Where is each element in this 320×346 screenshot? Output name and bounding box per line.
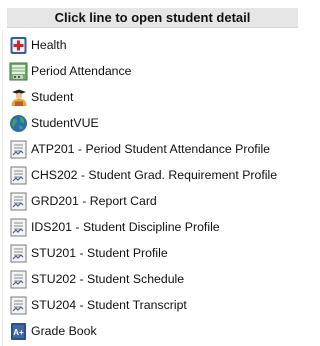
list-item-label: IDS201 - Student Discipline Profile [31, 219, 220, 234]
list-item-label: STU202 - Student Schedule [31, 271, 185, 286]
list-item-health[interactable]: Health [9, 32, 306, 58]
list-item-label: ATP201 - Period Student Attendance Profi… [31, 141, 271, 156]
report-icon [10, 218, 27, 236]
list-item-label: Grade Book [31, 323, 97, 338]
list-item-label: Student [31, 89, 74, 104]
report-icon [10, 166, 27, 184]
list-item-label: STU201 - Student Profile [31, 245, 168, 260]
list-item-stu202[interactable]: STU202 - Student Schedule [9, 266, 306, 292]
report-icon [10, 244, 27, 262]
list-item-atp201[interactable]: ATP201 - Period Student Attendance Profi… [9, 136, 306, 162]
list-item-label: Health [31, 37, 67, 52]
panel-left-edge [2, 30, 3, 346]
list-item-label: Period Attendance [31, 63, 132, 78]
list-item-label: CHS202 - Student Grad. Requirement Profi… [31, 167, 278, 182]
gradebook-icon: A+ [11, 322, 26, 340]
health-icon [10, 36, 27, 54]
list-item-label: GRD201 - Report Card [31, 193, 157, 208]
list-item-studentvue[interactable]: StudentVUE [9, 110, 306, 136]
list-item-stu201[interactable]: STU201 - Student Profile [9, 240, 306, 266]
list-item-label: StudentVUE [31, 115, 99, 130]
list-item-period-attendance[interactable]: Period Attendance [9, 58, 306, 84]
report-icon [10, 296, 27, 314]
report-icon [10, 192, 27, 210]
list-item-stu204[interactable]: STU204 - Student Transcript [9, 292, 306, 318]
list-item-student[interactable]: Student [9, 84, 306, 110]
list-item-label: STU204 - Student Transcript [31, 297, 187, 312]
list-item-grade-book[interactable]: A+ Grade Book [9, 318, 306, 344]
svg-text:A+: A+ [13, 328, 24, 337]
panel-header: Click line to open student detail [7, 8, 298, 28]
list-item-chs202[interactable]: CHS202 - Student Grad. Requirement Profi… [9, 162, 306, 188]
attendance-icon [9, 62, 28, 80]
report-icon [10, 270, 27, 288]
student-icon [11, 89, 27, 106]
globe-icon [10, 114, 27, 132]
list-item-ids201[interactable]: IDS201 - Student Discipline Profile [9, 214, 306, 240]
list-item-grd201[interactable]: GRD201 - Report Card [9, 188, 306, 214]
student-detail-panel: Click line to open student detail Health [0, 0, 306, 346]
report-icon [10, 140, 27, 158]
student-detail-list: Health Period Attendance Student Student… [9, 32, 306, 344]
